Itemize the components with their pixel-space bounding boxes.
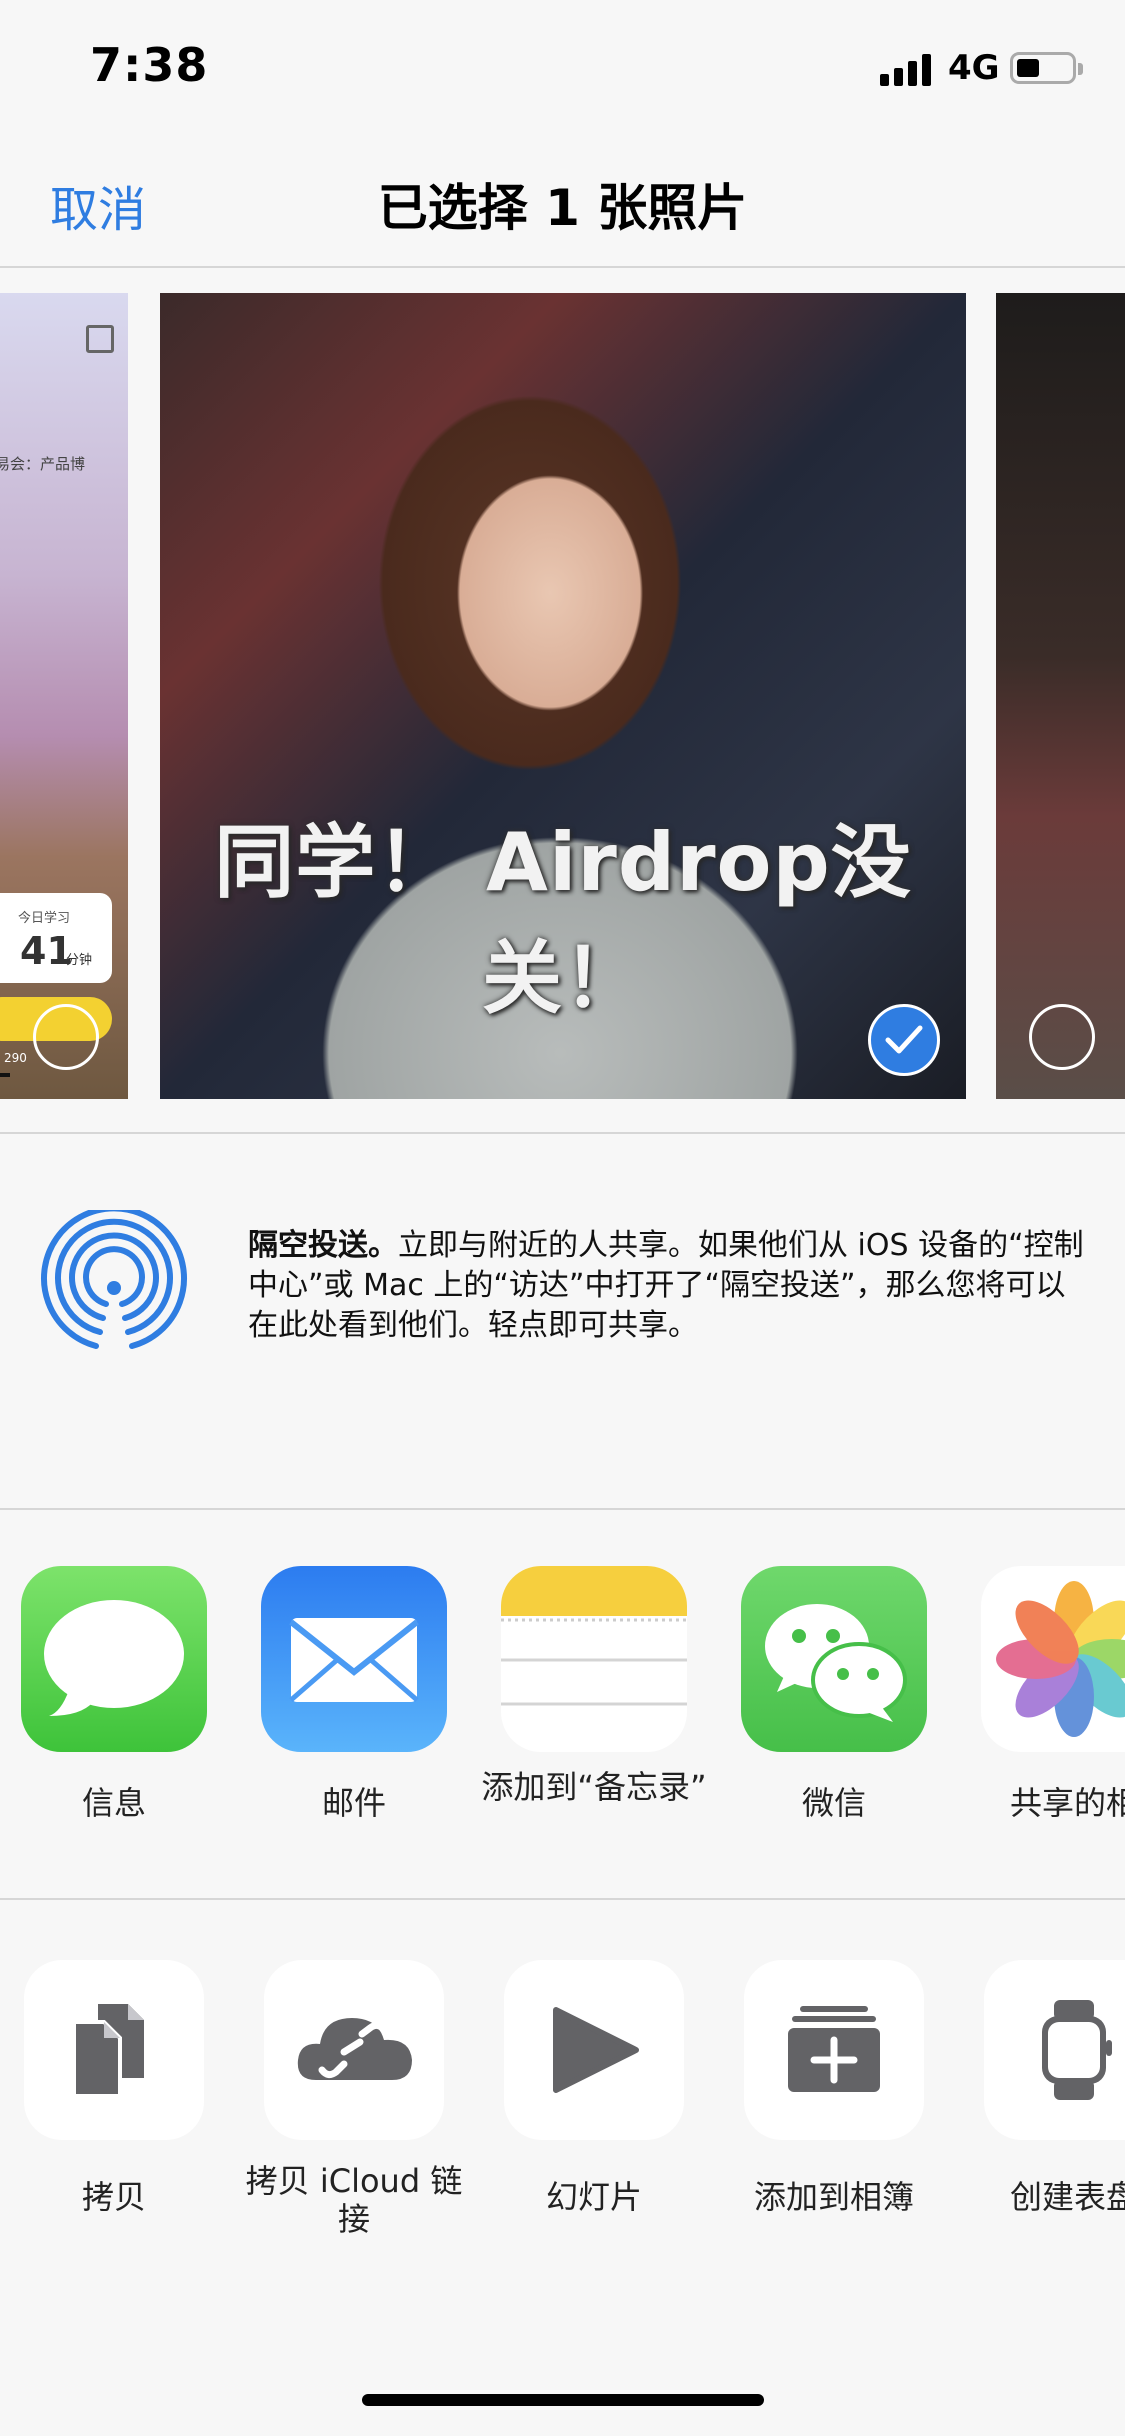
select-circle-unchecked[interactable] [33,1004,99,1070]
play-icon [504,1960,684,2140]
study-card-label: 今日学习 [18,911,71,926]
mail-icon [261,1566,447,1752]
watch-icon [984,1960,1125,2140]
navigation-bar: 取消 已选择 1 张照片 [0,140,1125,268]
airdrop-section: 隔空投送。立即与附近的人共享。如果他们从 iOS 设备的“控制中心”或 Mac … [0,1134,1125,1508]
photo-thumbnail-next[interactable] [996,293,1125,1099]
action-label: 拷贝 iCloud 链接 [245,2162,463,2238]
photos-icon [981,1566,1125,1752]
small-count-text: 290 [4,1051,27,1065]
home-indicator[interactable] [362,2394,764,2406]
action-label: 添加到相簿 [753,2178,914,2216]
share-app-label: 微信 [801,1784,866,1822]
icloud-link-icon [264,1960,444,2140]
share-app-label: 共享的相 [1009,1784,1125,1822]
add-album-icon [744,1960,924,2140]
action-label: 拷贝 [81,2178,146,2216]
photo-carousel[interactable]: 友易会：产品博 今日学习 41 分钟 290 同学！ Airdrop没关！ [0,268,1125,1132]
airdrop-description: 隔空投送。立即与附近的人共享。如果他们从 iOS 设备的“控制中心”或 Mac … [248,1226,1088,1346]
photo-thumbnail-selected[interactable]: 同学！ Airdrop没关！ [160,293,966,1099]
status-bar: 7:38 4G [0,0,1125,140]
select-circle-unchecked[interactable] [1029,1004,1095,1070]
copy-icon [24,1960,204,2140]
network-type: 4G [948,48,1000,88]
wechat-icon [741,1566,927,1752]
airdrop-title: 隔空投送。 [248,1228,398,1263]
edit-icon [86,325,114,353]
action-label: 幻灯片 [545,2178,642,2216]
notes-icon [501,1566,687,1752]
status-time: 7:38 [90,38,209,92]
share-app-label: 信息 [81,1784,146,1822]
cellular-signal-icon [880,52,936,86]
study-card-value: 41 [20,929,73,973]
meme-caption: 同学！ Airdrop没关！ [214,816,912,1025]
share-apps-row: 信息 邮件 添加到“备忘录” 微信 共享的相 [0,1510,1125,1898]
study-card: 今日学习 41 分钟 [0,893,112,983]
airdrop-icon [41,1210,187,1349]
study-card-unit: 分钟 [66,953,93,968]
action-label: 创建表盘 [1009,2178,1125,2216]
dock-bar [0,1073,10,1077]
selected-checkmark-icon[interactable] [868,1004,940,1076]
share-app-label: 邮件 [321,1784,386,1822]
page-title: 已选择 1 张照片 [377,179,748,237]
battery-icon [1010,52,1083,84]
messages-icon [21,1566,207,1752]
actions-row: 拷贝 拷贝 iCloud 链接 幻灯片 添加到相簿 创建表盘 [0,1900,1125,2240]
share-app-label: 添加到“备忘录” [481,1768,707,1806]
photo-caption: 友易会：产品博 [0,455,86,473]
photo-thumbnail-previous[interactable]: 友易会：产品博 今日学习 41 分钟 290 [0,293,128,1099]
